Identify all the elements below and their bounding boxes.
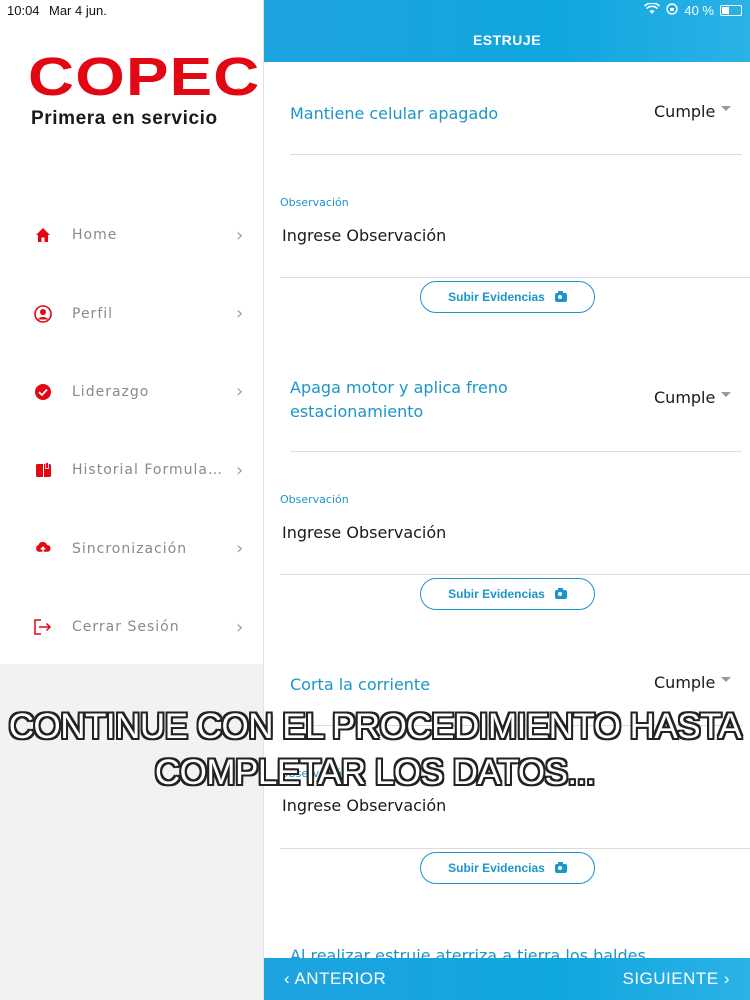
orientation-lock-icon — [666, 3, 679, 18]
divider — [290, 154, 742, 155]
compliance-value: Cumple — [654, 388, 716, 407]
observation-input[interactable]: Ingrese Observación — [282, 226, 446, 245]
logo-tagline: Primera en servicio — [31, 108, 218, 129]
chevron-right-icon: › — [236, 538, 244, 560]
cloud-upload-icon — [34, 540, 52, 558]
battery-label: 40 % — [684, 3, 714, 18]
compliance-select[interactable]: Cumple — [654, 673, 732, 692]
camera-icon — [554, 587, 567, 599]
input-underline — [280, 848, 750, 849]
sidebar-item-liderazgo[interactable]: Liderazgo › — [0, 353, 264, 431]
sidebar-item-sincronizacion[interactable]: Sincronización › — [0, 510, 264, 588]
status-indicators: 40 % — [644, 2, 742, 18]
compliance-value: Cumple — [654, 102, 716, 121]
caption-line: CONTINUE CON EL PROCEDIMIENTO HASTA — [8, 707, 742, 746]
upload-evidence-label: Subir Evidencias — [448, 861, 545, 875]
user-icon — [34, 304, 52, 323]
observation-input[interactable]: Ingrese Observación — [282, 523, 446, 542]
upload-evidence-button[interactable]: Subir Evidencias — [420, 281, 595, 313]
sidebar-item-home[interactable]: Home › — [0, 196, 264, 274]
upload-evidence-label: Subir Evidencias — [448, 587, 545, 601]
camera-icon — [554, 861, 567, 873]
chevron-right-icon: › — [236, 303, 244, 325]
sidebar-item-label: Historial Formularios — [72, 462, 222, 479]
camera-icon — [554, 290, 567, 302]
page-title: ESTRUJE — [472, 32, 542, 48]
observation-label: Observación — [280, 196, 349, 209]
sidebar-menu: Home › Perfil › Liderazgo › Historial Fo… — [0, 196, 264, 666]
question-text: Mantiene celular apagado — [290, 104, 499, 123]
caret-down-icon — [721, 392, 732, 397]
chevron-right-icon: › — [236, 381, 244, 403]
wifi-icon — [644, 2, 661, 18]
caret-down-icon — [721, 106, 732, 111]
next-button[interactable]: SIGUIENTE › — [622, 969, 730, 989]
upload-evidence-button[interactable]: Subir Evidencias — [420, 578, 595, 610]
caret-down-icon — [721, 677, 732, 682]
sidebar-item-cerrar-sesion[interactable]: Cerrar Sesión › — [0, 588, 264, 666]
chevron-left-icon: ‹ — [284, 969, 295, 988]
compliance-select[interactable]: Cumple — [654, 388, 732, 407]
compliance-value: Cumple — [654, 673, 716, 692]
check-icon — [34, 383, 52, 401]
next-label: SIGUIENTE — [622, 969, 719, 988]
upload-evidence-label: Subir Evidencias — [448, 290, 545, 304]
form-panel: ESTRUJE Mantiene celular apagado Cumple … — [264, 0, 750, 1000]
sidebar-item-label: Perfil — [72, 305, 114, 322]
sidebar-item-label: Cerrar Sesión — [72, 619, 180, 636]
bottom-nav-bar: ‹ ANTERIOR SIGUIENTE › — [264, 958, 750, 1000]
sidebar-item-label: Liderazgo — [72, 383, 150, 400]
input-underline — [280, 574, 750, 575]
home-icon — [34, 226, 52, 244]
chevron-right-icon: › — [718, 969, 730, 988]
logout-icon — [34, 618, 52, 636]
upload-evidence-button[interactable]: Subir Evidencias — [420, 852, 595, 884]
battery-icon — [720, 5, 742, 16]
divider — [290, 451, 742, 452]
chevron-right-icon: › — [236, 616, 244, 638]
caption-line: COMPLETAR LOS DATOS... — [154, 753, 596, 792]
sidebar-item-label: Home — [72, 227, 118, 244]
observation-input[interactable]: Ingrese Observación — [282, 796, 446, 815]
input-underline — [280, 277, 750, 278]
compliance-select[interactable]: Cumple — [654, 102, 732, 121]
previous-button[interactable]: ‹ ANTERIOR — [284, 969, 386, 989]
registered-mark: ® — [234, 88, 243, 98]
chevron-right-icon: › — [236, 224, 244, 246]
sidebar-item-historial[interactable]: Historial Formularios › — [0, 431, 264, 509]
sidebar-item-perfil[interactable]: Perfil › — [0, 274, 264, 352]
sidebar-item-label: Sincronización — [72, 540, 188, 557]
overlay-caption: CONTINUE CON EL PROCEDIMIENTO HASTA COMP… — [0, 704, 750, 796]
observation-label: Observación — [280, 493, 349, 506]
sidebar: COPEC ® Primera en servicio Home › Perfi… — [0, 0, 264, 664]
question-text: Corta la corriente — [290, 675, 431, 694]
logo-wordmark: COPEC — [28, 47, 261, 107]
chevron-right-icon: › — [236, 459, 244, 481]
previous-label: ANTERIOR — [294, 969, 387, 988]
copec-logo: COPEC ® Primera en servicio — [28, 50, 259, 130]
status-time: 10:04 — [7, 3, 40, 18]
question-text: Apaga motor y aplica freno estacionamien… — [290, 378, 508, 421]
status-date: Mar 4 jun. — [49, 3, 107, 18]
book-icon — [34, 461, 52, 479]
status-bar: 10:04 Mar 4 jun. 40 % — [0, 0, 750, 22]
